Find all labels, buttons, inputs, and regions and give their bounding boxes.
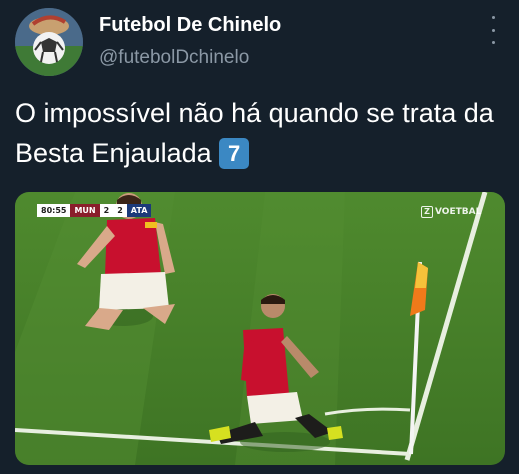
avatar[interactable]	[15, 8, 83, 76]
away-team: ATA	[126, 204, 152, 217]
tweet-text: O impossível não há quando se trata da B…	[15, 98, 494, 168]
home-team: MUN	[70, 204, 100, 217]
home-score: 2	[99, 204, 114, 217]
away-score: 2	[113, 204, 127, 217]
match-scoreboard: 80:55 MUN 2 2 ATA	[37, 204, 152, 217]
ziggo-logo-icon: Z	[421, 206, 433, 218]
author-name[interactable]: Futebol De Chinelo	[99, 14, 281, 37]
tweet-text-block: O impossível não há quando se trata da B…	[15, 93, 510, 173]
tweet-media-image[interactable]	[15, 192, 505, 465]
keycap-seven-emoji: 7	[219, 138, 250, 169]
watermark-text: VOETBAL	[435, 207, 482, 217]
avatar-image	[15, 8, 83, 76]
author-handle[interactable]: @futebolDchinelo	[99, 47, 249, 69]
match-time: 80:55	[37, 204, 71, 217]
football-pitch-scene	[15, 192, 505, 465]
more-options-icon[interactable]	[486, 16, 500, 44]
broadcaster-watermark: Z VOETBAL	[421, 206, 481, 218]
